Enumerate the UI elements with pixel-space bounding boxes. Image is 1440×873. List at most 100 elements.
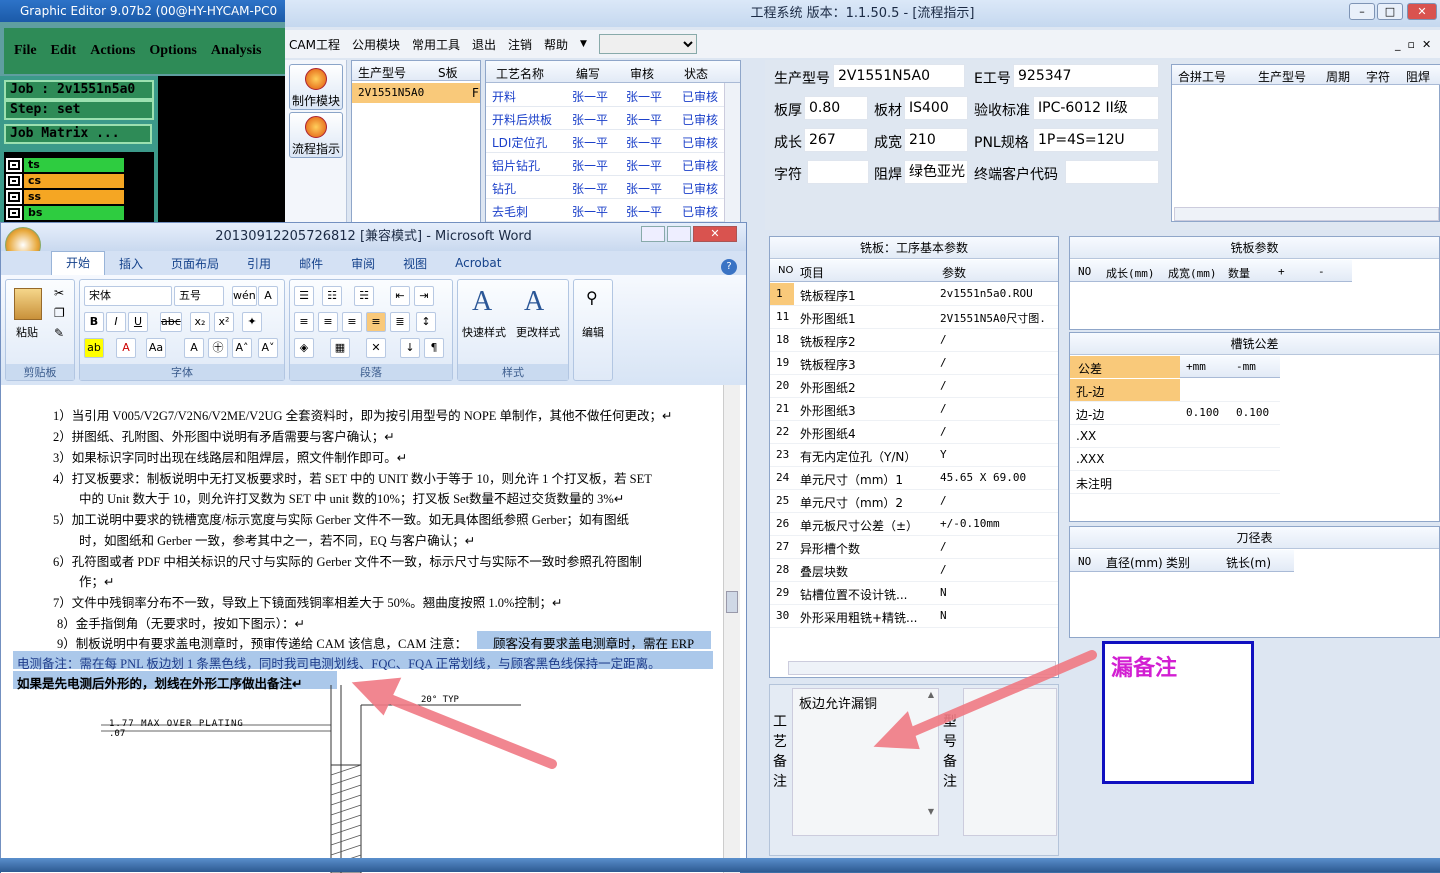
layer-checkbox[interactable] <box>6 173 22 188</box>
layer-row-bs[interactable]: bs <box>6 205 124 220</box>
col-header[interactable]: -mm <box>1236 360 1256 373</box>
mill-row[interactable]: 29 钻槽位置不设计铣... N <box>770 582 1058 605</box>
mdi-window-controls[interactable]: _ ▫ ✕ <box>1395 38 1431 51</box>
ge-menu-actions[interactable]: Actions <box>90 43 135 59</box>
flow-instruction-button[interactable]: 流程指示 <box>289 112 343 158</box>
mill-row[interactable]: 1 铣板程序1 2v1551n5a0.ROU <box>770 283 1058 306</box>
decrease-indent-icon[interactable]: ⇤ <box>390 286 410 306</box>
slot-tol-row[interactable]: .XX <box>1070 425 1280 448</box>
underline-icon[interactable]: U <box>128 312 148 332</box>
change-case-icon[interactable]: Aa <box>146 338 166 358</box>
mill-row[interactable]: 25 单元尺寸（mm）2 / <box>770 490 1058 513</box>
col-header[interactable]: - <box>1318 265 1325 278</box>
model-note-field[interactable] <box>963 688 1057 836</box>
char-shading-icon[interactable]: A <box>184 338 204 358</box>
process-row[interactable]: LDI定位孔 张一平 张一平 已审核 <box>486 131 724 153</box>
mill-row[interactable]: 28 叠层块数 / <box>770 559 1058 582</box>
word-maximize-button[interactable] <box>667 226 691 242</box>
superscript-icon[interactable]: x² <box>214 312 234 332</box>
paste-button[interactable]: 粘贴 <box>16 324 38 340</box>
ge-menu-analysis[interactable]: Analysis <box>211 43 262 59</box>
mill-row[interactable]: 11 外形图纸1 2V1551N5A0尺寸图. <box>770 306 1058 329</box>
layer-checkbox[interactable] <box>6 189 22 204</box>
make-module-button[interactable]: 制作模块 <box>289 64 343 110</box>
col-header[interactable]: 类别 <box>1166 554 1190 571</box>
edit-button[interactable]: 编辑 <box>582 324 604 340</box>
col-header[interactable]: NO <box>778 265 793 276</box>
tab-references[interactable]: 引用 <box>233 255 285 272</box>
col-header[interactable]: 工艺名称 <box>496 65 544 82</box>
shading-icon[interactable]: ◈ <box>294 338 314 358</box>
col-header[interactable]: 公差 <box>1078 360 1102 377</box>
close-button[interactable]: ✕ <box>1407 3 1437 20</box>
process-row[interactable]: 铝片钻孔 张一平 张一平 已审核 <box>486 154 724 176</box>
grow-font-icon[interactable]: A˄ <box>232 338 252 358</box>
align-center-icon[interactable]: ≡ <box>318 312 338 332</box>
format-painter-icon[interactable]: ✎ <box>54 326 64 340</box>
bold-icon[interactable]: B <box>84 312 104 332</box>
mill-hscroll[interactable] <box>788 661 1056 675</box>
tab-home[interactable]: 开始 <box>51 251 106 275</box>
highlight-icon[interactable]: ab <box>84 338 104 358</box>
word-minimize-button[interactable] <box>641 226 665 242</box>
shrink-font-icon[interactable]: A˅ <box>258 338 278 358</box>
col-header[interactable]: 数量 <box>1228 265 1250 281</box>
enclose-char-icon[interactable]: ㊉ <box>208 338 228 358</box>
mill-row[interactable]: 27 异形槽个数 / <box>770 536 1058 559</box>
bullets-icon[interactable]: ☰ <box>294 286 314 306</box>
mill-row[interactable]: 24 单元尺寸（mm）1 45.65 X 69.00 <box>770 467 1058 490</box>
combine-hscroll[interactable] <box>1174 207 1439 221</box>
strike-icon[interactable]: abc <box>160 312 182 332</box>
multilevel-icon[interactable]: ☵ <box>354 286 374 306</box>
process-row[interactable]: 开料 张一平 张一平 已审核 <box>486 85 724 107</box>
line-spacing-icon[interactable]: ↕ <box>416 312 436 332</box>
layer-row-ss[interactable]: ss <box>6 189 124 204</box>
customer-code-field[interactable] <box>1065 160 1159 184</box>
tab-acrobat[interactable]: Acrobat <box>441 256 515 270</box>
ge-job-matrix-button[interactable]: Job Matrix ... <box>4 124 152 144</box>
col-header[interactable]: 成长(mm) <box>1106 265 1155 281</box>
ge-menu-options[interactable]: Options <box>149 43 196 59</box>
paste-icon[interactable] <box>14 288 42 320</box>
material-field[interactable]: IS400 <box>904 96 968 120</box>
col-header[interactable]: 参数 <box>942 264 966 281</box>
process-row[interactable]: 去毛刺 张一平 张一平 已审核 <box>486 200 724 222</box>
process-note-field[interactable]: 板边允许漏铜 <box>792 688 939 836</box>
menu-help[interactable]: 帮助 <box>544 36 568 53</box>
cut-icon[interactable]: ✂ <box>54 286 64 300</box>
chinese-layout-icon[interactable]: ✕ <box>366 338 386 358</box>
process-row[interactable]: 开料后烘板 张一平 张一平 已审核 <box>486 108 724 130</box>
col-header[interactable]: 成宽(mm) <box>1168 265 1217 281</box>
word-close-button[interactable]: ✕ <box>693 226 737 242</box>
col-header[interactable]: 生产型号 <box>1258 68 1306 85</box>
eno-field[interactable]: 925347 <box>1013 64 1159 88</box>
menu-logout[interactable]: 注销 <box>508 36 532 53</box>
numbering-icon[interactable]: ☷ <box>322 286 342 306</box>
standard-field[interactable]: IPC-6012 II级 <box>1033 96 1159 120</box>
font-name-select[interactable]: 宋体 <box>84 286 172 306</box>
find-icon[interactable]: ⚲ <box>586 288 598 307</box>
maximize-button[interactable]: □ <box>1377 3 1403 20</box>
word-vertical-scrollbar[interactable] <box>723 385 740 873</box>
layer-checkbox[interactable] <box>6 205 22 220</box>
ge-job-field[interactable]: Job : 2v1551n5a0 <box>4 80 154 100</box>
col-header[interactable]: +mm <box>1186 360 1206 373</box>
document-area[interactable]: 1）当引用 V005/V2G7/V2N6/V2ME/V2UG 全套资料时，即为按… <box>1 385 723 873</box>
mill-row[interactable]: 22 外形图纸4 / <box>770 421 1058 444</box>
sort-icon[interactable]: ↓ <box>400 338 420 358</box>
mill-row[interactable]: 26 单元板尺寸公差（±） +/-0.10mm <box>770 513 1058 536</box>
note-scrollbar[interactable]: ▲ ▼ <box>925 690 937 834</box>
col-header[interactable]: 直径(mm) <box>1106 554 1163 571</box>
col-header[interactable]: NO <box>1078 265 1091 278</box>
layer-checkbox[interactable] <box>6 157 22 172</box>
layer-row-cs[interactable]: cs <box>6 173 124 188</box>
borders-icon[interactable]: ▦ <box>330 338 350 358</box>
help-dropdown-icon[interactable]: ▼ <box>580 39 587 49</box>
col-header[interactable]: S板 <box>438 64 458 81</box>
mill-row[interactable]: 21 外形图纸3 / <box>770 398 1058 421</box>
change-style-icon[interactable]: A <box>524 286 544 318</box>
toolbar-combo[interactable] <box>598 34 697 54</box>
ge-menu-edit[interactable]: Edit <box>51 43 77 59</box>
ge-menu-file[interactable]: File <box>14 43 37 59</box>
col-header[interactable]: 状态 <box>684 65 708 82</box>
